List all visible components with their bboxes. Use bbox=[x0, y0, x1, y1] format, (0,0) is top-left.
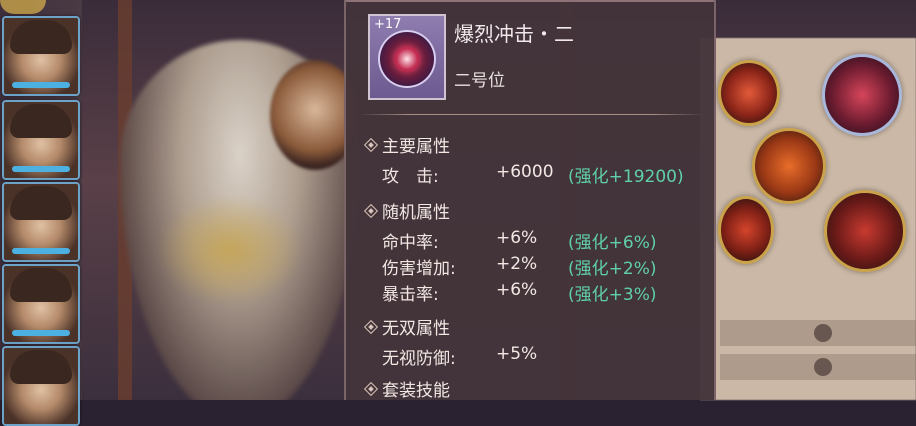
item-tooltip: +17 爆烈冲击・二 二号位 主要属性 攻 击: +6000 (强化+19200… bbox=[344, 0, 716, 401]
hero-portrait-hair bbox=[10, 268, 72, 302]
stat-label: 命中率: bbox=[382, 233, 439, 253]
hero-list bbox=[0, 0, 82, 426]
stat-label: 暴击率: bbox=[382, 285, 439, 305]
hero-level-bar bbox=[12, 82, 70, 88]
hero-level-bar bbox=[12, 166, 70, 172]
hero-list-header-ornament bbox=[0, 0, 46, 14]
section-title-label: 随机属性 bbox=[382, 203, 450, 223]
equipment-slot[interactable] bbox=[752, 128, 826, 204]
item-name: 爆烈冲击・二 bbox=[454, 22, 574, 46]
section-title-set-skills: 套装技能 bbox=[363, 376, 450, 401]
item-icon-frame: +17 bbox=[368, 14, 446, 100]
section-title-label: 主要属性 bbox=[382, 137, 450, 157]
item-slot-position: 二号位 bbox=[454, 71, 505, 91]
hero-portrait-card[interactable] bbox=[2, 346, 80, 426]
hero-portrait-hair bbox=[10, 350, 72, 384]
hero-portrait-card[interactable] bbox=[2, 16, 80, 96]
diamond-bullet-icon bbox=[363, 319, 379, 334]
item-orb-core bbox=[392, 44, 422, 74]
stat-label: 攻 击: bbox=[382, 167, 439, 187]
diamond-bullet-icon bbox=[363, 137, 379, 152]
hero-portrait-hair bbox=[10, 186, 72, 220]
hero-level-bar bbox=[12, 248, 70, 254]
equipment-slot[interactable] bbox=[824, 190, 906, 272]
item-level-badge: +17 bbox=[374, 17, 402, 32]
stat-enhance-bonus: (强化+6%) bbox=[568, 233, 657, 253]
stat-value: +6% bbox=[496, 280, 538, 300]
equipment-slot[interactable] bbox=[822, 54, 902, 136]
stat-value: +6% bbox=[496, 228, 538, 248]
hero-portrait-hair bbox=[10, 104, 72, 138]
hero-portrait-card[interactable] bbox=[2, 100, 80, 180]
stat-label: 无视防御: bbox=[382, 349, 456, 369]
diamond-bullet-icon bbox=[363, 203, 379, 218]
stat-enhance-bonus: (强化+3%) bbox=[568, 285, 657, 305]
section-title-label: 无双属性 bbox=[382, 319, 450, 339]
shield-icon bbox=[814, 358, 832, 376]
stat-enhance-bonus: (强化+2%) bbox=[568, 259, 657, 279]
hero-armor-glow bbox=[150, 190, 310, 310]
section-title-random-attributes: 随机属性 bbox=[363, 198, 450, 223]
stat-enhance-bonus: (强化+19200) bbox=[568, 167, 684, 187]
stat-value: +6000 bbox=[496, 162, 554, 182]
hero-portrait-card[interactable] bbox=[2, 182, 80, 262]
hero-level-bar bbox=[12, 330, 70, 336]
tooltip-top-edge bbox=[346, 0, 714, 2]
section-title-unique-attributes: 无双属性 bbox=[363, 314, 450, 339]
hero-portrait-card[interactable] bbox=[2, 264, 80, 344]
section-title-main-attributes: 主要属性 bbox=[363, 132, 450, 157]
stat-label: 伤害增加: bbox=[382, 259, 456, 279]
tooltip-divider bbox=[358, 114, 704, 115]
stat-value: +5% bbox=[496, 344, 538, 364]
section-title-label: 套装技能 bbox=[382, 381, 450, 401]
equipment-slot[interactable] bbox=[718, 60, 780, 126]
stat-value: +2% bbox=[496, 254, 538, 274]
diamond-bullet-icon bbox=[363, 381, 379, 396]
sword-icon bbox=[814, 324, 832, 342]
hero-portrait-hair bbox=[10, 20, 72, 54]
equipment-slot[interactable] bbox=[718, 196, 774, 264]
